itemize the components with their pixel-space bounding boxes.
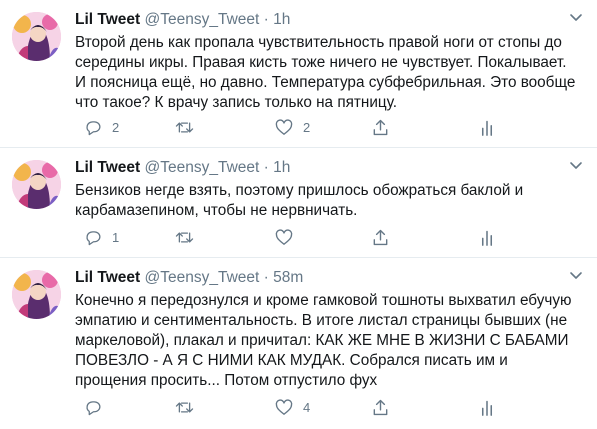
- like-icon: [275, 398, 293, 415]
- tweet-text-line: что такое? К врачу запись только на пятн…: [75, 94, 398, 111]
- retweet-button[interactable]: [175, 118, 204, 136]
- like-button[interactable]: [275, 228, 303, 246]
- like-count: 2: [303, 119, 311, 135]
- retweet-icon: [175, 121, 194, 133]
- analytics-button[interactable]: [480, 118, 494, 136]
- reply-button[interactable]: 1: [85, 228, 119, 246]
- tweet-text-line: Конечно я передознулся и кроме гамковой …: [75, 292, 572, 309]
- reply-icon: [86, 230, 101, 245]
- avatar[interactable]: [12, 12, 61, 61]
- tweet-header: Lil Tweet @Teensy_Tweet · 58m: [75, 268, 597, 288]
- tweet-text-line: середины икры. Правая кисть тоже ничего …: [75, 54, 567, 71]
- timestamp[interactable]: 1h: [273, 159, 290, 176]
- chevron-down-icon[interactable]: [569, 10, 583, 24]
- share-icon: [373, 119, 388, 135]
- share-button[interactable]: [372, 228, 389, 246]
- tweet-text-line: ПОВЕЗЛО - А Я С НИМИ КАК МУДАК. Собрался…: [75, 352, 508, 369]
- analytics-button[interactable]: [480, 228, 494, 246]
- reply-count: 2: [112, 119, 120, 135]
- tweet[interactable]: Lil Tweet @Teensy_Tweet · 58m Конечно я …: [0, 258, 597, 429]
- share-button[interactable]: [372, 398, 389, 416]
- analytics-icon: [481, 120, 493, 136]
- avatar[interactable]: [12, 160, 61, 209]
- tweet-text-line: эмпатию и сентиментальность. В итоге лис…: [75, 312, 568, 329]
- reply-button[interactable]: 2: [85, 118, 119, 136]
- share-icon: [373, 399, 388, 415]
- display-name[interactable]: Lil Tweet: [75, 269, 140, 286]
- separator-dot: ·: [263, 11, 269, 28]
- tweet-text-line: карбамазепином, чтобы не нервничать.: [75, 202, 358, 219]
- retweet-icon: [175, 231, 194, 243]
- tweet[interactable]: Lil Tweet @Teensy_Tweet · 1h Бензиков не…: [0, 148, 597, 258]
- reply-icon: [86, 400, 101, 415]
- timestamp[interactable]: 1h: [273, 11, 290, 28]
- separator-dot: ·: [263, 269, 269, 286]
- reply-button[interactable]: [85, 398, 112, 416]
- tweet-header: Lil Tweet @Teensy_Tweet · 1h: [75, 10, 597, 30]
- tweet-text: Бензиков негде взять, поэтому пришлось о…: [75, 181, 590, 221]
- tweet-text-line: Бензиков негде взять, поэтому пришлось о…: [75, 182, 524, 199]
- retweet-button[interactable]: [175, 228, 204, 246]
- tweet-text-line: Второй день как пропала чувствительность…: [75, 34, 562, 51]
- chevron-down-icon[interactable]: [569, 268, 583, 282]
- tweet-text-line: маркеловой), плакал и причитал: КАК ЖЕ М…: [75, 332, 569, 349]
- share-button[interactable]: [372, 118, 389, 136]
- like-button[interactable]: 4: [275, 398, 310, 416]
- reply-icon: [86, 120, 101, 135]
- user-handle[interactable]: @Teensy_Tweet: [144, 269, 259, 286]
- tweet-actions: 1: [75, 228, 505, 246]
- retweet-icon: [175, 401, 194, 413]
- display-name[interactable]: Lil Tweet: [75, 11, 140, 28]
- like-icon: [275, 118, 293, 135]
- tweet-text-line: прощения просить... Потом отпустило фух: [75, 372, 378, 389]
- tweet-header: Lil Tweet @Teensy_Tweet · 1h: [75, 158, 597, 178]
- like-button[interactable]: 2: [275, 118, 310, 136]
- analytics-button[interactable]: [480, 398, 494, 416]
- analytics-icon: [481, 230, 493, 246]
- avatar[interactable]: [12, 270, 61, 319]
- user-handle[interactable]: @Teensy_Tweet: [144, 159, 259, 176]
- tweet-actions: 4: [75, 398, 505, 416]
- share-icon: [373, 229, 388, 245]
- reply-count: 1: [112, 229, 120, 245]
- timestamp[interactable]: 58m: [273, 269, 303, 286]
- user-handle[interactable]: @Teensy_Tweet: [144, 11, 259, 28]
- separator-dot: ·: [263, 159, 269, 176]
- tweet-actions: 2 2: [75, 118, 505, 136]
- tweet-text: Второй день как пропала чувствительность…: [75, 33, 590, 113]
- tweet[interactable]: Lil Tweet @Teensy_Tweet · 1h Второй день…: [0, 0, 597, 148]
- like-icon: [275, 228, 293, 245]
- like-count: 4: [303, 399, 311, 415]
- chevron-down-icon[interactable]: [569, 158, 583, 172]
- analytics-icon: [481, 400, 493, 416]
- retweet-button[interactable]: [175, 398, 204, 416]
- tweet-text-line: И поясница ещё, но давно. Температура су…: [75, 74, 576, 91]
- display-name[interactable]: Lil Tweet: [75, 159, 140, 176]
- tweet-text: Конечно я передознулся и кроме гамковой …: [75, 291, 590, 391]
